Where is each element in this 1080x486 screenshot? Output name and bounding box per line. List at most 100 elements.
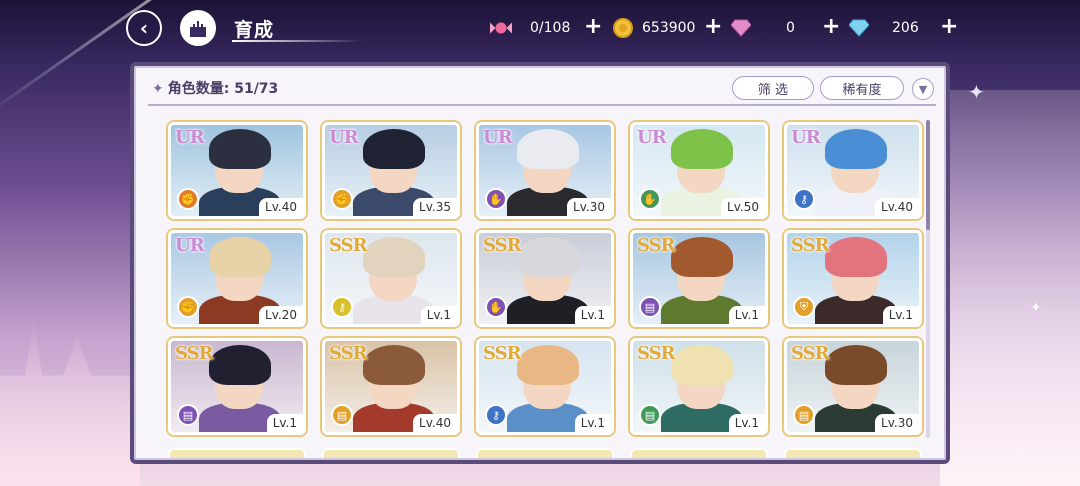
portrait-hair: [825, 237, 887, 277]
level-label: Lv.1: [728, 306, 765, 324]
chevron-down-icon[interactable]: ▼: [912, 78, 934, 100]
character-card[interactable]: UR ✋ Lv.30: [476, 122, 614, 219]
book-attribute-icon: ▤: [639, 296, 661, 318]
character-card-partial[interactable]: [476, 448, 614, 458]
background-right-glow: [940, 90, 1080, 486]
portrait-hair: [517, 237, 579, 277]
level-label: Lv.1: [882, 306, 919, 324]
add-candy-button[interactable]: +: [584, 14, 602, 39]
level-label: Lv.40: [259, 198, 303, 216]
portrait-hair: [363, 345, 425, 385]
character-card[interactable]: SSR ✋ Lv.1: [476, 230, 614, 327]
rarity-badge: SSR: [483, 343, 522, 364]
shield-attribute-icon: ⛨: [793, 296, 815, 318]
portrait-hair: [671, 129, 733, 169]
gold-coin-icon: [612, 17, 634, 39]
level-label: Lv.1: [574, 306, 611, 324]
character-card[interactable]: SSR ⚷ Lv.1: [322, 230, 460, 327]
character-card[interactable]: UR ✊ Lv.40: [168, 122, 306, 219]
level-label: Lv.30: [567, 198, 611, 216]
rarity-badge: SSR: [637, 343, 676, 364]
portrait-hair: [209, 345, 271, 385]
blue-diamond-icon: [848, 17, 870, 39]
character-card[interactable]: UR ⚷ Lv.40: [784, 122, 922, 219]
character-card-partial[interactable]: [784, 448, 922, 458]
rarity-badge: SSR: [791, 235, 830, 256]
character-card[interactable]: UR ✊ Lv.35: [322, 122, 460, 219]
rarity-sort-button[interactable]: 稀有度: [820, 76, 904, 100]
resource-coin: 653900 +: [612, 14, 722, 40]
character-card[interactable]: UR ✋ Lv.50: [630, 122, 768, 219]
character-count-label: 角色数量: 51/73: [167, 81, 279, 97]
hand-attribute-icon: ✋: [485, 188, 507, 210]
hand-attribute-icon: ✋: [639, 188, 661, 210]
key-attribute-icon: ⚷: [793, 188, 815, 210]
key-attribute-icon: ⚷: [331, 296, 353, 318]
portrait-hair: [671, 345, 733, 385]
level-label: Lv.1: [728, 414, 765, 432]
rarity-badge: UR: [637, 127, 667, 148]
sparkle-icon: ✦: [152, 81, 164, 97]
portrait-hair: [517, 129, 579, 169]
back-arrow-icon[interactable]: ‹: [126, 10, 162, 46]
pink-gem-value: 0: [786, 20, 795, 36]
fist-attribute-icon: ✊: [177, 188, 199, 210]
sparkle-icon: ✦: [968, 80, 985, 104]
add-pink-gem-button[interactable]: +: [822, 14, 840, 39]
character-card[interactable]: SSR ▤ Lv.30: [784, 338, 922, 435]
level-label: Lv.20: [259, 306, 303, 324]
character-card-partial[interactable]: [322, 448, 460, 458]
character-card[interactable]: SSR ▤ Lv.1: [630, 338, 768, 435]
candy-icon: [490, 17, 512, 39]
character-card[interactable]: SSR ▤ Lv.1: [168, 338, 306, 435]
character-card[interactable]: SSR ▤ Lv.1: [630, 230, 768, 327]
book-attribute-icon: ▤: [177, 404, 199, 426]
character-card-partial[interactable]: [168, 448, 306, 458]
level-label: Lv.40: [413, 414, 457, 432]
castle-icon[interactable]: [180, 10, 216, 46]
rarity-badge: SSR: [483, 235, 522, 256]
character-card[interactable]: UR ✊ Lv.20: [168, 230, 306, 327]
character-card[interactable]: SSR ⚷ Lv.1: [476, 338, 614, 435]
filter-button[interactable]: 筛 选: [732, 76, 814, 100]
background-castle: [0, 316, 140, 486]
top-bar: ‹ 育成 0/108 + 653900 + 0 + 206 +: [0, 0, 1080, 58]
character-card[interactable]: SSR ⛨ Lv.1: [784, 230, 922, 327]
coin-value: 653900: [642, 20, 696, 36]
portrait-hair: [209, 237, 271, 277]
rarity-badge: SSR: [791, 343, 830, 364]
fist-attribute-icon: ✊: [177, 296, 199, 318]
portrait-hair: [363, 237, 425, 277]
resource-blue-gem: 206 +: [848, 14, 958, 40]
rarity-badge: UR: [175, 127, 205, 148]
rarity-badge: SSR: [329, 343, 368, 364]
rarity-badge: UR: [175, 235, 205, 256]
level-label: Lv.1: [574, 414, 611, 432]
rarity-badge: UR: [483, 127, 513, 148]
level-label: Lv.40: [875, 198, 919, 216]
portrait-hair: [517, 345, 579, 385]
blue-gem-value: 206: [892, 20, 919, 36]
rarity-badge: SSR: [637, 235, 676, 256]
sparkle-icon: ✦: [1030, 300, 1042, 316]
portrait-hair: [671, 237, 733, 277]
character-count: ✦ 角色数量: 51/73: [152, 78, 278, 98]
level-label: Lv.50: [721, 198, 765, 216]
resource-candy: 0/108 +: [490, 14, 602, 40]
key-attribute-icon: ⚷: [485, 404, 507, 426]
scrollbar-thumb[interactable]: [926, 120, 930, 230]
level-label: Lv.1: [420, 306, 457, 324]
level-label: Lv.30: [875, 414, 919, 432]
character-card-partial[interactable]: [630, 448, 768, 458]
book-attribute-icon: ▤: [331, 404, 353, 426]
level-label: Lv.35: [413, 198, 457, 216]
pink-diamond-icon: [730, 17, 752, 39]
rarity-badge: UR: [329, 127, 359, 148]
add-coin-button[interactable]: +: [704, 14, 722, 39]
add-blue-gem-button[interactable]: +: [940, 14, 958, 39]
divider: [148, 104, 936, 106]
character-card[interactable]: SSR ▤ Lv.40: [322, 338, 460, 435]
book-attribute-icon: ▤: [793, 404, 815, 426]
portrait-hair: [209, 129, 271, 169]
rarity-badge: UR: [791, 127, 821, 148]
